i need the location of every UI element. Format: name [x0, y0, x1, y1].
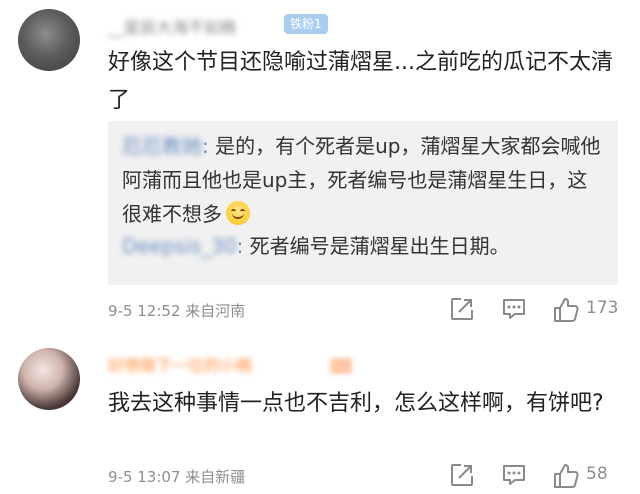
like-count: 173 [586, 298, 619, 318]
smile-emoji-icon [226, 201, 250, 225]
reply-text: 死者编号是蒲熠星出生日期。 [249, 234, 510, 258]
reply-item[interactable]: 厄厄教她: 是的，有个死者是up，蒲熠星大家都会喊他阿蒲而且他也是up主，死者编… [122, 129, 602, 231]
comment-footer: 9-5 12:52 来自河南 173 [0, 296, 640, 326]
comment-item: __星辰大海不如楠 铁粉1 好像这个节目还隐喻过蒲熠星...之前吃的瓜记不太清了… [0, 0, 640, 335]
reply-username[interactable]: Deepsis_30 [122, 234, 237, 258]
comment-meta: 9-5 12:52 来自河南 [108, 300, 245, 321]
timestamp: 9-5 13:07 [108, 468, 181, 486]
like-icon [554, 298, 579, 322]
comment-button[interactable] [501, 296, 531, 326]
reply-username[interactable]: 厄厄教她 [122, 134, 202, 158]
like-button[interactable] [552, 296, 582, 326]
timestamp: 9-5 12:52 [108, 302, 181, 320]
share-icon [451, 298, 473, 320]
reply-item[interactable]: Deepsis_30: 死者编号是蒲熠星出生日期。 [122, 229, 602, 263]
comment-username[interactable]: __星辰大海不如楠 [108, 14, 236, 38]
share-icon [451, 464, 473, 486]
reply-thread[interactable]: 厄厄教她: 是的，有个死者是up，蒲熠星大家都会喊他阿蒲而且他也是up主，死者编… [108, 121, 618, 285]
comment-text: 我去这种事情一点也不吉利，怎么这样啊，有饼吧? [108, 391, 604, 416]
share-button[interactable] [449, 462, 479, 492]
like-button[interactable] [552, 462, 582, 492]
location: 来自河南 [185, 302, 246, 320]
share-button[interactable] [449, 296, 479, 326]
comment-icon [503, 299, 525, 319]
avatar[interactable] [18, 9, 80, 71]
comment-text: 好像这个节目还隐喻过蒲熠星...之前吃的瓜记不太清了 [108, 50, 613, 113]
like-icon [554, 464, 579, 488]
user-badge-icon[interactable] [330, 358, 352, 374]
comment-username[interactable]: 好想做下一位的小楠 [108, 352, 252, 376]
fan-badge[interactable]: 铁粉1 [284, 14, 328, 34]
comment-icon [503, 465, 525, 485]
comment-footer: 9-5 13:07 来自新疆 58 [0, 462, 640, 492]
like-count: 58 [586, 464, 608, 484]
location: 来自新疆 [185, 468, 246, 486]
avatar[interactable] [18, 348, 80, 410]
fan-badge-label: 铁粉1 [290, 17, 322, 31]
comment-button[interactable] [501, 462, 531, 492]
comment-meta: 9-5 13:07 来自新疆 [108, 466, 245, 487]
